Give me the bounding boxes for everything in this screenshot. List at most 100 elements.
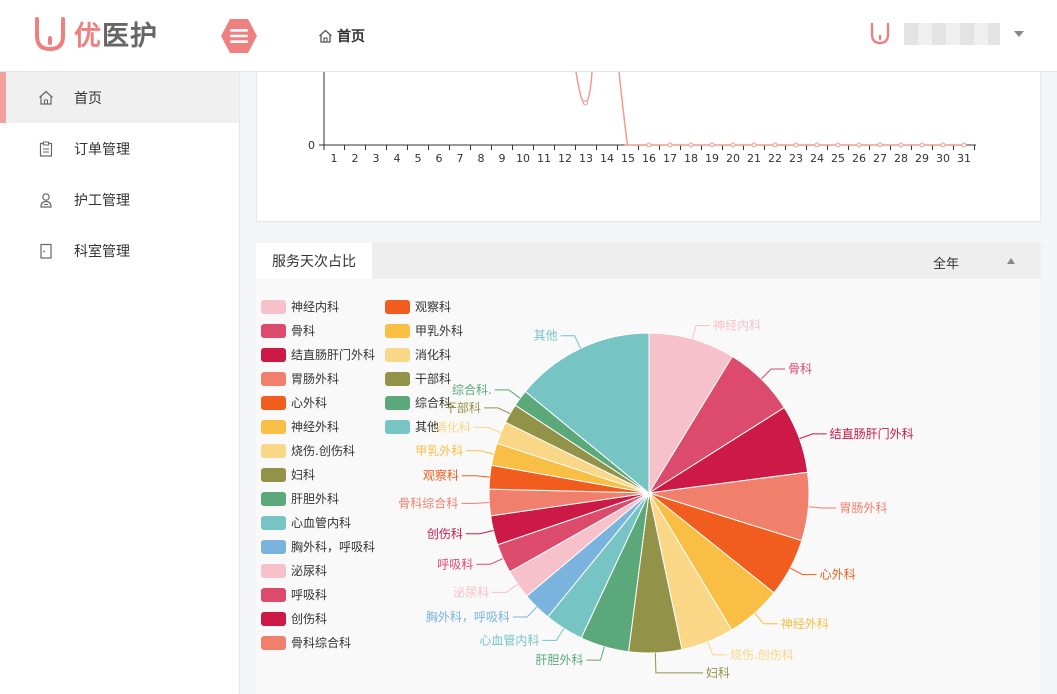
x-tick-label: 24 — [810, 152, 824, 165]
user-menu[interactable] — [870, 22, 1024, 46]
period-select[interactable]: 全年 — [933, 253, 959, 272]
pie-label-line — [790, 567, 817, 576]
pie-slice-label: 其他 — [534, 329, 558, 343]
series-point — [793, 142, 799, 148]
daily-line-chart: 0 1 2 3 4 5 6 7 8 9 10 11 12 13 14 15 16 17 18 19 20 21 22 23 2… — [308, 71, 976, 165]
series-point — [730, 142, 736, 148]
pie-slice-label: 骨科综合科 — [398, 495, 458, 510]
x-tick-label: 10 — [516, 152, 530, 165]
series-point — [814, 142, 820, 148]
sidebar: 首页 订单管理 护工管理 科室管理 — [0, 72, 240, 694]
pie-slice-label: 胃肠外科 — [839, 501, 887, 515]
logo-text-accent: 优 — [74, 21, 102, 52]
series-line-dip — [575, 71, 593, 104]
pie-label-line — [586, 646, 605, 661]
pie-slice-label: 创伤科 — [427, 527, 463, 541]
x-tick-label: 19 — [705, 152, 719, 165]
pie-label-line — [560, 335, 582, 349]
menu-toggle-icon[interactable] — [220, 17, 258, 55]
pie-label-line — [494, 389, 521, 399]
pie-slice-label: 烧伤.创伤科 — [730, 648, 794, 662]
pie-label-line — [808, 506, 837, 509]
avatar-logo-icon — [870, 22, 890, 45]
x-tick-label: 12 — [558, 152, 572, 165]
pie-chart: 神经内科骨科结直肠肝门外科胃肠外科心外科神经外科烧伤.创伤科妇科 其他综合科. 干部… — [398, 318, 914, 679]
series-point — [835, 142, 841, 148]
pie-slice-label: 心外科 — [820, 568, 856, 582]
x-tick-label: 9 — [499, 152, 506, 165]
pie-label-line — [760, 368, 786, 380]
x-tick-label: 15 — [621, 152, 635, 165]
series-point — [772, 142, 778, 148]
x-tick-label: 23 — [789, 152, 803, 165]
x-tick-label: 4 — [394, 152, 401, 165]
series-point — [877, 142, 883, 148]
pie-label-line — [461, 475, 490, 478]
pie-label-line — [466, 450, 494, 455]
app-logo[interactable]: 优医护 — [34, 14, 158, 53]
pie-slice-label: 骨科 — [788, 362, 812, 376]
pie-slice-label: 神经内科 — [713, 318, 761, 332]
pie-label-line — [476, 558, 504, 565]
pie-label-line — [799, 433, 827, 440]
pie-slice-label: 胸外科，呼吸科 — [426, 609, 510, 624]
x-tick-label: 18 — [684, 152, 698, 165]
x-tick-label: 26 — [852, 152, 866, 165]
user-icon — [40, 192, 52, 208]
breadcrumb[interactable]: 首页 — [318, 26, 365, 46]
tab-service-days[interactable]: 服务天次占比 — [256, 243, 372, 279]
sidebar-item-home[interactable]: 首页 — [0, 72, 239, 123]
x-tick-label: 5 — [415, 152, 422, 165]
pie-slice-label: 结直肠肝门外科 — [830, 426, 914, 441]
x-tick-label: 31 — [957, 152, 971, 165]
x-tick-label: 14 — [600, 152, 614, 165]
sidebar-item-orders[interactable]: 订单管理 — [0, 123, 239, 174]
sidebar-item-caregivers[interactable]: 护工管理 — [0, 174, 239, 225]
home-icon — [39, 90, 53, 105]
sidebar-item-label: 首页 — [74, 90, 102, 107]
pie-label-line — [465, 529, 494, 535]
x-tick-label: 22 — [768, 152, 782, 165]
series-point — [667, 142, 673, 148]
series-point — [898, 142, 904, 148]
pie-label-line — [492, 583, 518, 593]
breadcrumb-home[interactable]: 首页 — [337, 26, 365, 46]
pie-slice-label: 综合科. — [452, 382, 492, 397]
user-name-redacted — [904, 23, 1000, 45]
series-point — [940, 142, 946, 148]
pie-label-line — [754, 612, 778, 625]
x-tick-label: 28 — [894, 152, 908, 165]
pie-slice-label: 甲乳外科 — [415, 444, 463, 458]
pie-slice-label: 神经外科 — [781, 617, 829, 631]
door-icon — [40, 243, 52, 259]
x-tick-label: 8 — [478, 152, 485, 165]
x-tick-label: 13 — [579, 152, 593, 165]
pie-slice-label: 观察科 — [423, 469, 459, 483]
pie-label-line — [542, 628, 565, 641]
home-icon — [319, 29, 332, 43]
pie-label-line — [512, 606, 538, 618]
pie-label-line — [473, 426, 501, 434]
logo-u-icon — [35, 16, 65, 51]
logo-text-main: 医护 — [102, 21, 158, 52]
x-tick-label: 3 — [373, 152, 380, 165]
chevron-down-icon[interactable] — [1014, 31, 1024, 37]
x-tick-label: 20 — [726, 152, 740, 165]
x-tick-label: 6 — [436, 152, 443, 165]
series-point — [646, 142, 652, 148]
x-tick-label: 2 — [352, 152, 359, 165]
sidebar-item-departments[interactable]: 科室管理 — [0, 225, 239, 276]
select-arrow-icon[interactable] — [1007, 258, 1015, 264]
pie-slice-label: 泌尿科 — [453, 585, 489, 599]
y-tick-label: 0 — [308, 139, 315, 152]
pie-slice-label: 消化科 — [435, 420, 471, 434]
pie-card-header: 服务天次占比 全年 — [256, 243, 1041, 279]
daily-line-chart-card: 0 1 2 3 4 5 6 7 8 9 10 11 12 13 14 15 16 17 18 19 20 21 22 23 2… — [256, 71, 1041, 222]
x-tick-label: 17 — [663, 152, 677, 165]
x-tick-label: 11 — [537, 152, 551, 165]
pie-label-line — [691, 324, 711, 340]
pie-label-line — [654, 652, 703, 674]
series-line-drop — [618, 71, 629, 146]
pie-slice-label: 肝胆外科 — [535, 653, 583, 667]
series-point — [709, 142, 715, 148]
